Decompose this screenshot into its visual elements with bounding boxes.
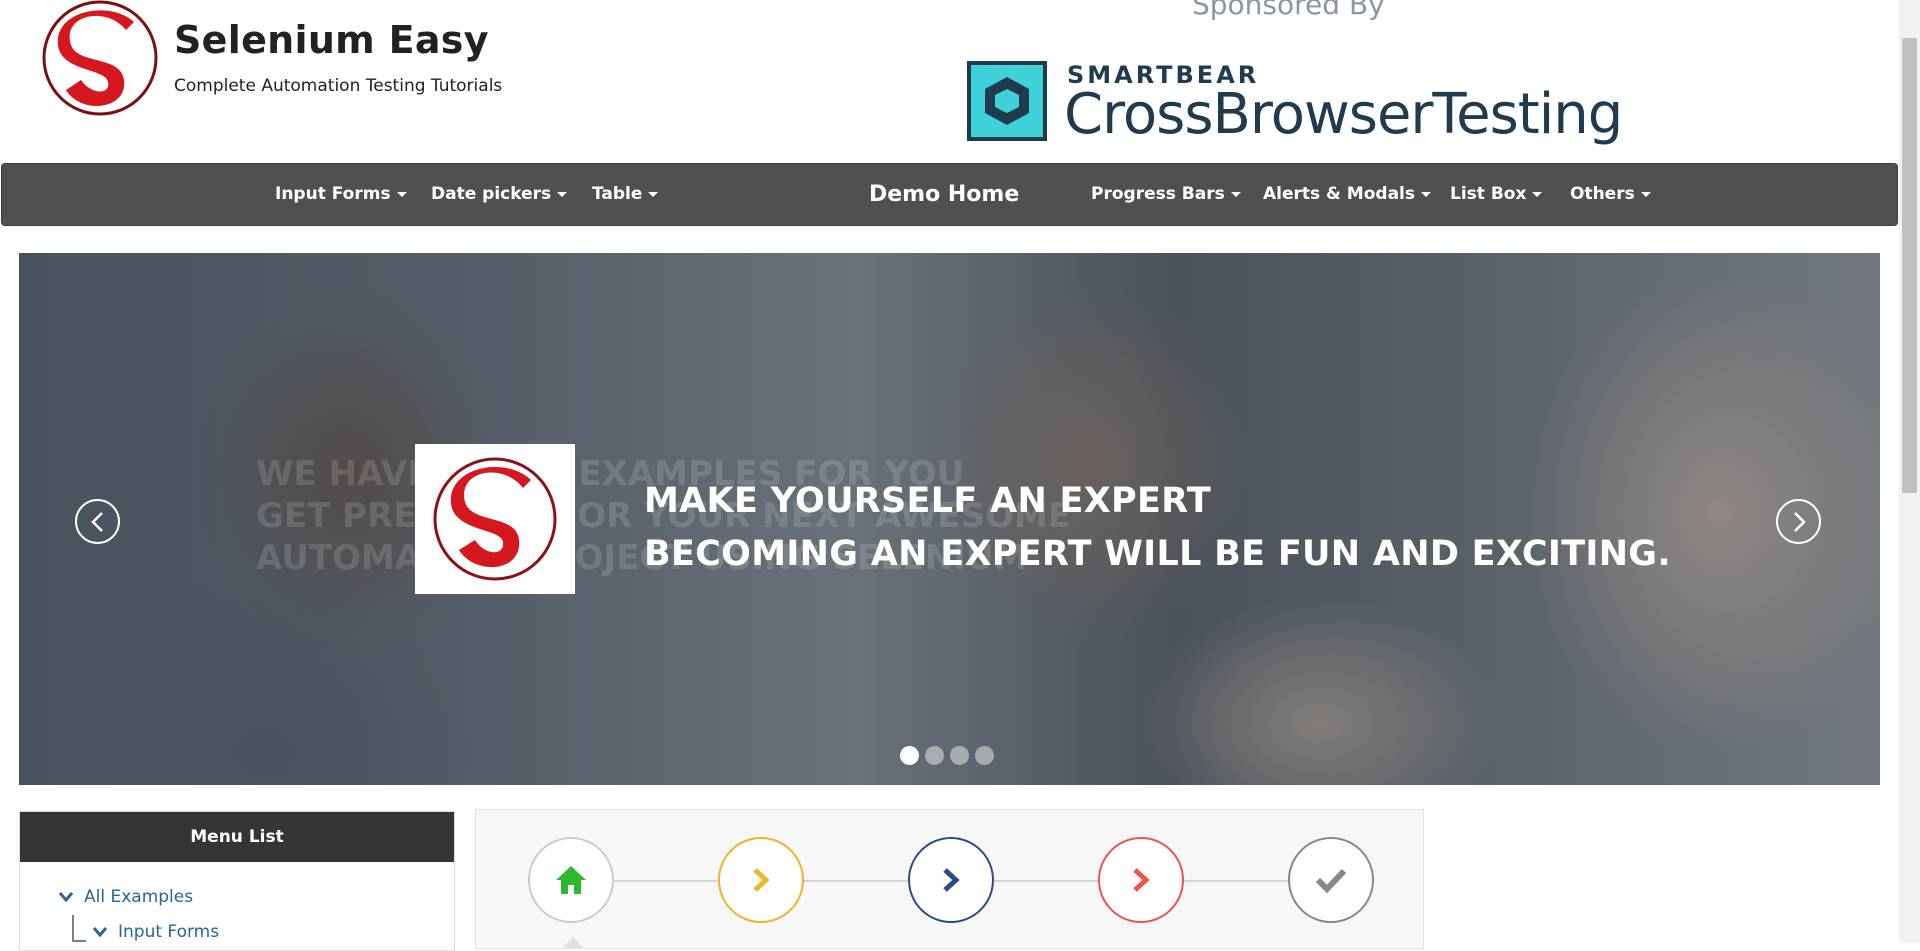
nav-table[interactable]: Table xyxy=(592,164,659,225)
chevron-down-icon xyxy=(92,927,108,938)
home-icon xyxy=(556,866,586,894)
step-home[interactable] xyxy=(528,837,614,923)
nav-label: Input Forms xyxy=(275,184,391,204)
headline-line-2: BECOMING AN EXPERT WILL BE FUN AND EXCIT… xyxy=(644,534,1671,574)
active-step-pointer xyxy=(563,936,583,948)
nav-label: Table xyxy=(592,184,643,204)
carousel-prev-button[interactable] xyxy=(75,499,120,544)
tree-connector xyxy=(72,915,86,942)
sponsor-product[interactable]: CrossBrowserTesting xyxy=(1064,82,1623,147)
brand-subtitle: Complete Automation Testing Tutorials xyxy=(174,76,503,96)
menu-list-panel: Menu List All Examples Input Forms xyxy=(19,811,455,951)
nav-alerts-modals[interactable]: Alerts & Modals xyxy=(1263,164,1431,225)
chevron-down-icon xyxy=(58,892,74,903)
crossbrowsertesting-logo-icon[interactable] xyxy=(967,61,1047,141)
tree-item-label: Input Forms xyxy=(118,922,220,942)
caret-down-icon xyxy=(557,191,568,197)
check-icon xyxy=(1315,868,1347,893)
carousel-dot-1[interactable] xyxy=(900,746,919,765)
chevron-right-icon xyxy=(753,868,770,892)
carousel-next-button[interactable] xyxy=(1776,499,1821,544)
caret-down-icon xyxy=(1640,191,1651,197)
carousel-indicators xyxy=(900,746,994,765)
menu-list-title: Menu List xyxy=(20,812,454,862)
nav-others[interactable]: Others xyxy=(1570,164,1651,225)
chevron-right-icon xyxy=(1793,511,1806,532)
step-2[interactable] xyxy=(718,837,804,923)
step-4[interactable] xyxy=(1098,837,1184,923)
sponsor-label: Sponsored By xyxy=(1192,0,1385,21)
hero-carousel[interactable]: WE HAVE GREAT EXAMPLES FOR YOU GET PREPA… xyxy=(19,253,1880,785)
steps-panel xyxy=(475,809,1424,949)
nav-list-box[interactable]: List Box xyxy=(1450,164,1543,225)
nav-demo-home[interactable]: Demo Home xyxy=(869,164,1019,225)
tree-item-label: All Examples xyxy=(84,887,194,907)
nav-progress-bars[interactable]: Progress Bars xyxy=(1091,164,1241,225)
brand-title: Selenium Easy xyxy=(174,18,489,62)
caret-down-icon xyxy=(396,191,407,197)
page-scrollbar[interactable] xyxy=(1899,0,1920,943)
tree-item-all-examples[interactable]: All Examples xyxy=(58,887,193,907)
nav-label: Date pickers xyxy=(431,184,552,204)
carousel-headline: MAKE YOURSELF AN EXPERT BECOMING AN EXPE… xyxy=(644,475,1671,581)
nav-label: Others xyxy=(1570,184,1635,204)
slide-logo xyxy=(415,444,575,594)
step-3[interactable] xyxy=(908,837,994,923)
selenium-easy-logo[interactable] xyxy=(36,0,164,118)
main-navbar: Input Forms Date pickers Table Demo Home… xyxy=(1,163,1898,226)
carousel-dot-3[interactable] xyxy=(950,746,969,765)
headline-line-1: MAKE YOURSELF AN EXPERT xyxy=(644,481,1212,521)
tree-item-input-forms[interactable]: Input Forms xyxy=(92,922,219,942)
step-5[interactable] xyxy=(1288,837,1374,923)
chevron-left-icon xyxy=(90,511,103,532)
nav-date-pickers[interactable]: Date pickers xyxy=(431,164,568,225)
caret-down-icon xyxy=(648,191,659,197)
nav-label: List Box xyxy=(1450,184,1527,204)
carousel-dot-2[interactable] xyxy=(925,746,944,765)
nav-input-forms[interactable]: Input Forms xyxy=(275,164,407,225)
chevron-right-icon xyxy=(943,868,960,892)
carousel-dot-4[interactable] xyxy=(975,746,994,765)
caret-down-icon xyxy=(1532,191,1543,197)
caret-down-icon xyxy=(1230,191,1241,197)
nav-label: Alerts & Modals xyxy=(1263,184,1415,204)
caret-down-icon xyxy=(1421,191,1431,197)
chevron-right-icon xyxy=(1133,868,1150,892)
scrollbar-thumb[interactable] xyxy=(1902,38,1917,493)
nav-label: Progress Bars xyxy=(1091,184,1225,204)
